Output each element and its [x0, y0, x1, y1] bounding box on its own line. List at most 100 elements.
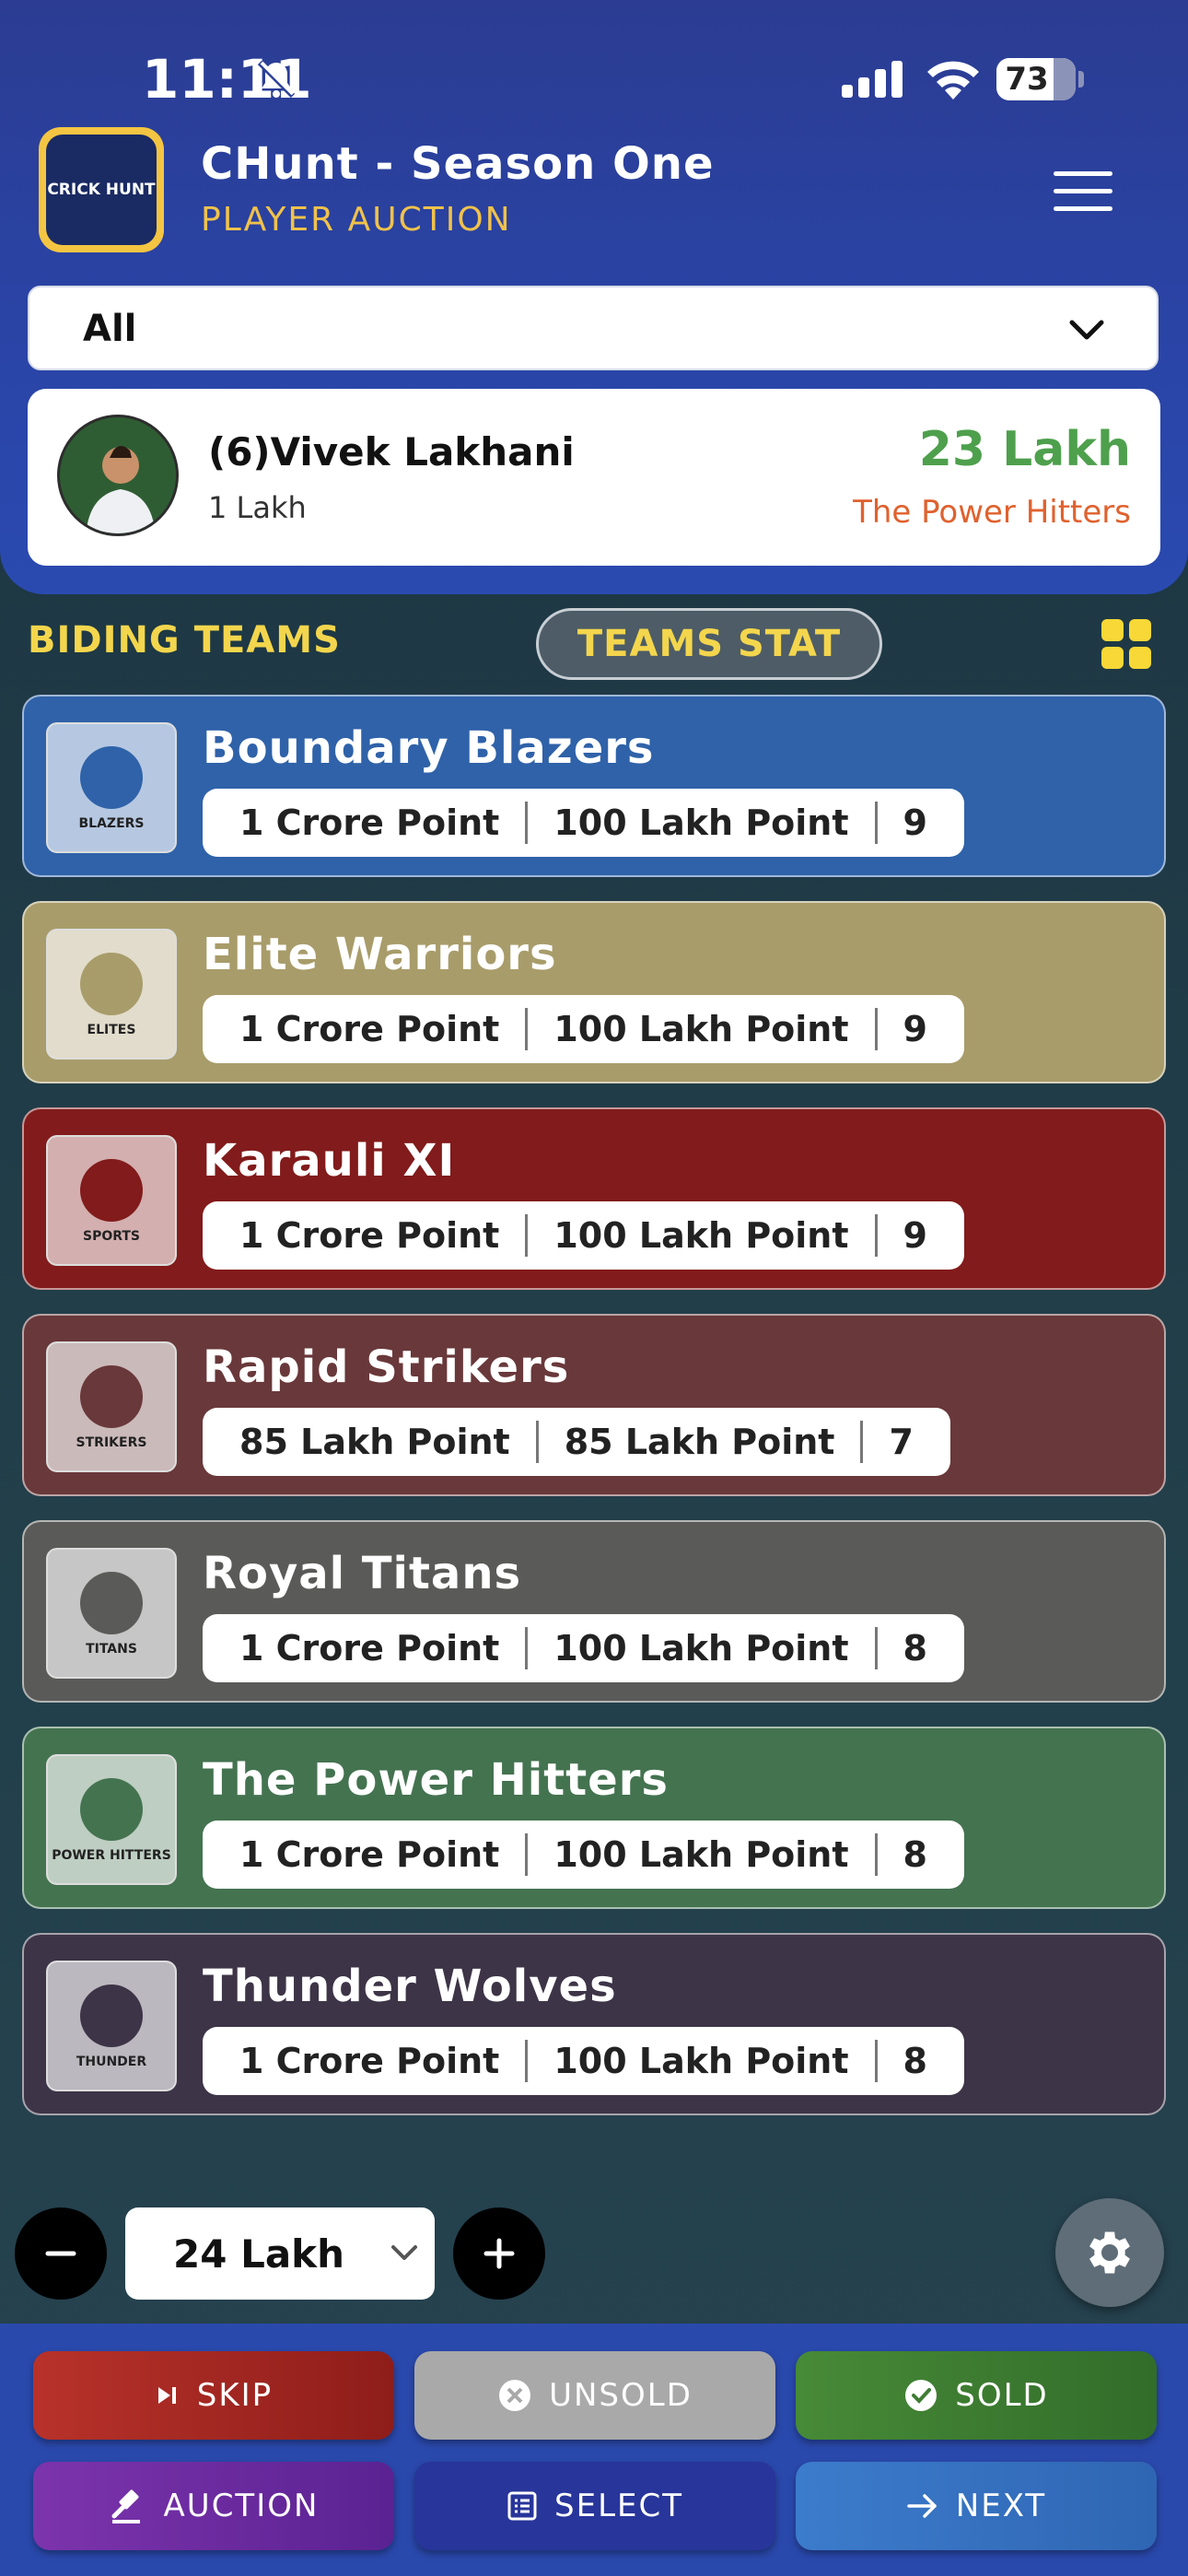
- team-logo: BLAZERS: [46, 722, 177, 853]
- bid-amount-select[interactable]: 24 Lakh: [125, 2207, 435, 2300]
- player-avatar: [57, 415, 179, 536]
- minus-icon: [45, 2251, 76, 2256]
- team-logo: SPORTS: [46, 1135, 177, 1266]
- pill-divider: [525, 1833, 529, 1876]
- pill-divider: [860, 1421, 864, 1463]
- next-button[interactable]: NEXT: [796, 2462, 1157, 2550]
- team-player-count: 8: [903, 1834, 927, 1875]
- team-total-points: 1 Crore Point: [239, 1215, 500, 1256]
- pill-divider: [525, 1627, 529, 1669]
- pill-divider: [874, 1627, 878, 1669]
- team-logo-text: STRIKERS: [76, 1435, 147, 1450]
- team-total-points: 85 Lakh Point: [239, 1422, 510, 1462]
- signal-icon: [842, 61, 903, 98]
- unsold-label: UNSOLD: [549, 2377, 693, 2414]
- team-logo: TITANS: [46, 1548, 177, 1679]
- team-player-count: 9: [903, 802, 927, 843]
- pill-divider: [525, 802, 529, 844]
- team-max-bid-points: 100 Lakh Point: [553, 1628, 849, 1669]
- header: 11:11 73 CRICK HUNT CHunt - Season One P…: [0, 0, 1188, 594]
- team-name: The Power Hitters: [203, 1754, 669, 1806]
- arrow-right-icon: [907, 2494, 937, 2518]
- grid-view-icon[interactable]: [1101, 619, 1153, 671]
- increase-bid-button[interactable]: [453, 2207, 545, 2300]
- close-circle-icon: [499, 2380, 531, 2411]
- action-bar: SKIP UNSOLD SOLD AUCTION SELECT NEXT: [0, 2324, 1188, 2576]
- team-points-pill: 85 Lakh Point 85 Lakh Point 7: [203, 1408, 950, 1476]
- team-player-count: 9: [903, 1009, 927, 1049]
- chevron-down-icon: [1069, 320, 1104, 340]
- decrease-bid-button[interactable]: [15, 2207, 107, 2300]
- chevron-down-icon: [391, 2245, 417, 2260]
- pill-divider: [525, 1008, 529, 1050]
- pill-divider: [874, 1214, 878, 1257]
- team-row[interactable]: ELITES Elite Warriors 1 Crore Point 100 Lak…: [22, 901, 1166, 1083]
- team-max-bid-points: 100 Lakh Point: [553, 1834, 849, 1875]
- team-max-bid-points: 100 Lakh Point: [553, 1009, 849, 1049]
- team-name: Karauli XI: [203, 1135, 456, 1187]
- current-player-card: (6)Vivek Lakhani 1 Lakh 23 Lakh The Powe…: [28, 389, 1160, 566]
- leading-team: The Power Hitters: [853, 494, 1131, 531]
- team-points-pill: 1 Crore Point 100 Lakh Point 9: [203, 995, 964, 1063]
- pill-divider: [874, 2040, 878, 2082]
- team-logo-text: THUNDER: [76, 2055, 147, 2069]
- team-max-bid-points: 100 Lakh Point: [553, 802, 849, 843]
- team-name: Rapid Strikers: [203, 1341, 570, 1393]
- pill-divider: [525, 2040, 529, 2082]
- team-logo: POWER HITTERS: [46, 1754, 177, 1885]
- bell-slash-icon: [257, 60, 296, 99]
- auction-label: AUCTION: [163, 2488, 320, 2524]
- team-row[interactable]: TITANS Royal Titans 1 Crore Point 100 Lakh …: [22, 1520, 1166, 1703]
- team-logo-text: ELITES: [87, 1023, 136, 1037]
- team-total-points: 1 Crore Point: [239, 802, 500, 843]
- team-player-count: 9: [903, 1215, 927, 1256]
- team-filter-dropdown[interactable]: All: [28, 286, 1159, 370]
- sold-label: SOLD: [955, 2377, 1049, 2414]
- team-row[interactable]: SPORTS Karauli XI 1 Crore Point 100 Lakh Po…: [22, 1107, 1166, 1290]
- team-logo-text: POWER HITTERS: [52, 1848, 171, 1863]
- team-name: Elite Warriors: [203, 929, 557, 980]
- select-label: SELECT: [554, 2488, 683, 2524]
- plus-icon: [483, 2238, 515, 2269]
- battery-cap: [1078, 71, 1084, 88]
- player-name: (6)Vivek Lakhani: [208, 429, 575, 474]
- app-logo: CRICK HUNT: [39, 127, 164, 252]
- wifi-icon: [927, 61, 979, 100]
- skip-icon: [157, 2387, 176, 2404]
- settings-button[interactable]: [1055, 2198, 1164, 2307]
- list-icon: [507, 2491, 537, 2521]
- team-row[interactable]: BLAZERS Boundary Blazers 1 Crore Point 100 …: [22, 695, 1166, 877]
- biding-teams-label: BIDING TEAMS: [28, 619, 341, 662]
- team-total-points: 1 Crore Point: [239, 2041, 500, 2081]
- app-title: CHunt - Season One: [201, 138, 715, 190]
- team-player-count: 8: [903, 1628, 927, 1669]
- team-max-bid-points: 100 Lakh Point: [553, 2041, 849, 2081]
- auction-button[interactable]: AUCTION: [33, 2462, 394, 2550]
- pill-divider: [874, 1008, 878, 1050]
- next-label: NEXT: [955, 2488, 1047, 2524]
- skip-button[interactable]: SKIP: [33, 2351, 394, 2440]
- select-button[interactable]: SELECT: [414, 2462, 775, 2550]
- logo-text: CRICK HUNT: [47, 181, 156, 199]
- team-points-pill: 1 Crore Point 100 Lakh Point 8: [203, 1821, 964, 1889]
- pill-divider: [874, 1833, 878, 1876]
- team-total-points: 1 Crore Point: [239, 1834, 500, 1875]
- filter-value: All: [83, 308, 137, 350]
- hamburger-menu-icon[interactable]: [1054, 171, 1112, 212]
- team-name: Thunder Wolves: [203, 1961, 617, 2012]
- teams-stat-button[interactable]: TEAMS STAT: [536, 608, 882, 680]
- team-row[interactable]: POWER HITTERS The Power Hitters 1 Crore Po…: [22, 1727, 1166, 1909]
- app-subtitle: PLAYER AUCTION: [201, 201, 512, 239]
- team-logo: ELITES: [46, 929, 177, 1060]
- sold-button[interactable]: SOLD: [796, 2351, 1157, 2440]
- team-name: Boundary Blazers: [203, 722, 655, 774]
- gear-icon: [1089, 2231, 1130, 2274]
- team-row[interactable]: THUNDER Thunder Wolves 1 Crore Point 100 La…: [22, 1933, 1166, 2115]
- base-price: 1 Lakh: [208, 490, 307, 525]
- team-player-count: 7: [889, 1422, 914, 1462]
- team-points-pill: 1 Crore Point 100 Lakh Point 8: [203, 2027, 964, 2095]
- pill-divider: [535, 1421, 539, 1463]
- team-row[interactable]: STRIKERS Rapid Strikers 85 Lakh Point 85 La…: [22, 1314, 1166, 1496]
- unsold-button[interactable]: UNSOLD: [414, 2351, 775, 2440]
- battery-indicator: 73: [996, 58, 1076, 100]
